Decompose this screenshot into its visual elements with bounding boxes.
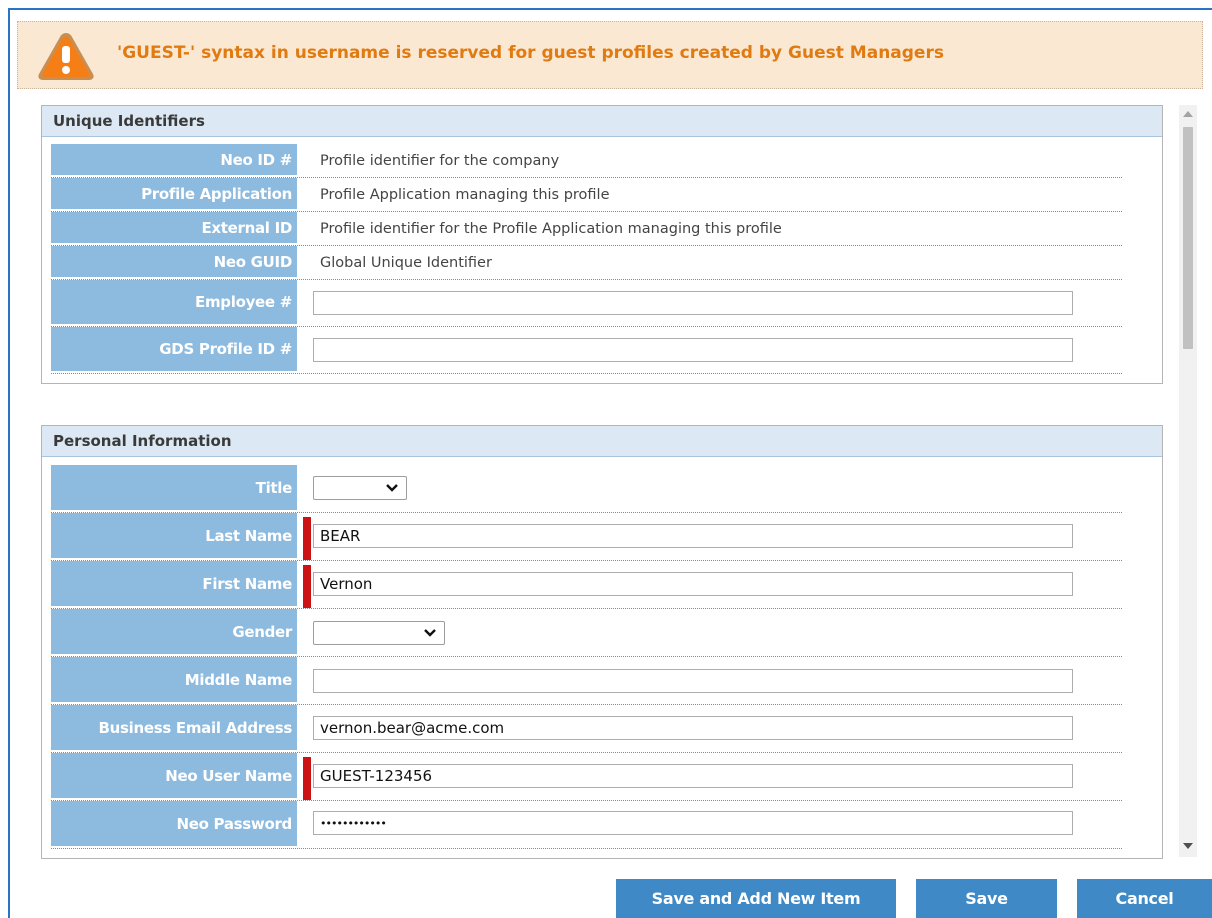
row-external-id: External ID Profile identifier for the P…	[51, 212, 1122, 246]
field-label: Middle Name	[51, 657, 297, 704]
row-neo-password: Neo Password	[51, 801, 1122, 849]
field-label: Neo GUID	[51, 246, 297, 279]
scroll-up-arrow-icon[interactable]	[1183, 111, 1193, 117]
row-neo-user-name: Neo User Name	[51, 753, 1122, 801]
field-description: Profile Application managing this profil…	[320, 186, 610, 203]
last-name-input[interactable]	[313, 524, 1073, 548]
business-email-input[interactable]	[313, 716, 1073, 740]
field-label: First Name	[51, 561, 297, 608]
save-button[interactable]: Save	[916, 879, 1057, 918]
field-label: Last Name	[51, 513, 297, 560]
field-label: External ID	[51, 212, 297, 245]
field-description: Global Unique Identifier	[320, 254, 492, 271]
field-label: Business Email Address	[51, 705, 297, 752]
warning-text: 'GUEST-' syntax in username is reserved …	[117, 43, 944, 63]
gender-select[interactable]	[313, 621, 445, 645]
row-middle-name: Middle Name	[51, 657, 1122, 705]
field-label: Neo User Name	[51, 753, 297, 800]
field-description: Profile identifier for the Profile Appli…	[320, 220, 782, 237]
row-last-name: Last Name	[51, 513, 1122, 561]
warning-banner: 'GUEST-' syntax in username is reserved …	[17, 21, 1203, 89]
row-gds-profile-id: GDS Profile ID #	[51, 327, 1122, 374]
field-label: Neo Password	[51, 801, 297, 848]
field-label: GDS Profile ID #	[51, 327, 297, 373]
field-label: Profile Application	[51, 178, 297, 211]
required-marker	[303, 565, 311, 608]
field-label: Employee #	[51, 280, 297, 326]
chevron-down-icon	[424, 629, 436, 637]
row-title: Title	[51, 465, 1122, 513]
save-and-add-new-button[interactable]: Save and Add New Item	[616, 879, 896, 918]
neo-user-name-input[interactable]	[313, 764, 1073, 788]
section-title: Unique Identifiers	[42, 106, 1162, 137]
row-profile-application: Profile Application Profile Application …	[51, 178, 1122, 212]
scroll-down-arrow-icon[interactable]	[1183, 843, 1193, 849]
first-name-input[interactable]	[313, 572, 1073, 596]
field-label: Neo ID #	[51, 144, 297, 177]
row-neo-id: Neo ID # Profile identifier for the comp…	[51, 144, 1122, 178]
required-marker	[303, 517, 311, 560]
middle-name-input[interactable]	[313, 669, 1073, 693]
row-neo-guid: Neo GUID Global Unique Identifier	[51, 246, 1122, 280]
row-employee-number: Employee #	[51, 280, 1122, 327]
cancel-button[interactable]: Cancel	[1077, 879, 1212, 918]
required-marker	[303, 757, 311, 800]
section-title: Personal Information	[42, 426, 1162, 457]
field-label: Gender	[51, 609, 297, 656]
neo-password-input[interactable]	[313, 811, 1073, 835]
row-business-email: Business Email Address	[51, 705, 1122, 753]
field-label: Title	[51, 465, 297, 512]
field-description: Profile identifier for the company	[320, 152, 560, 169]
employee-number-input[interactable]	[313, 291, 1073, 315]
scrollbar-thumb[interactable]	[1183, 127, 1193, 349]
chevron-down-icon	[386, 484, 398, 492]
row-gender: Gender	[51, 609, 1122, 657]
warning-triangle-icon	[38, 33, 94, 80]
row-first-name: First Name	[51, 561, 1122, 609]
title-select[interactable]	[313, 476, 407, 500]
gds-profile-id-input[interactable]	[313, 338, 1073, 362]
vertical-scrollbar[interactable]	[1179, 105, 1197, 857]
